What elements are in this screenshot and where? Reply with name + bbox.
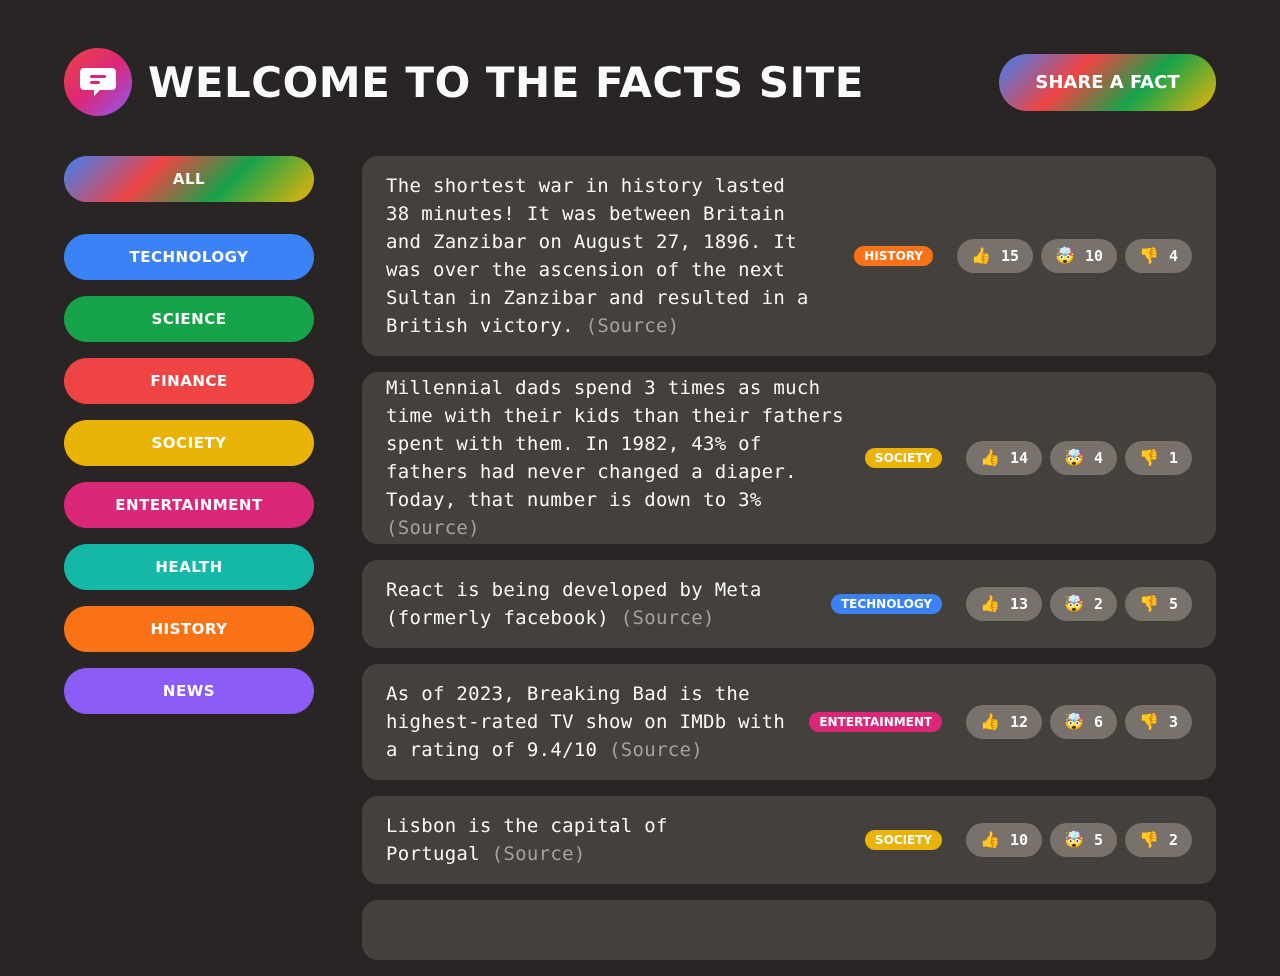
fact-item: React is being developed by Meta (former…: [362, 560, 1216, 648]
thumbs-up-icon: 👍: [980, 830, 1001, 849]
share-fact-button[interactable]: Share a fact: [999, 53, 1216, 111]
fact-item: As of 2023, Breaking Bad is the highest-…: [362, 664, 1216, 780]
thumbs-down-icon: 👎: [1139, 830, 1159, 849]
fact-item: Millennial dads spend 3 times as much ti…: [362, 372, 1216, 544]
vote-count: 10: [1084, 247, 1104, 265]
category-tag: History: [854, 246, 934, 266]
source-link[interactable]: (Source): [492, 843, 586, 865]
vote-false-button[interactable]: 👎 1: [1125, 441, 1192, 475]
fact-text-wrap: The shortest war in history lasted 38 mi…: [386, 172, 816, 340]
vote-interesting-button[interactable]: 👍 12: [966, 705, 1043, 739]
fact-text: As of 2023, Breaking Bad is the highest-…: [386, 683, 786, 761]
page-title: Welcome to the facts site: [148, 57, 864, 107]
mind-blown-icon: 🤯: [1064, 448, 1085, 467]
vote-count: 4: [1168, 247, 1178, 265]
source-link[interactable]: (Source): [609, 739, 703, 761]
facts-list: The shortest war in history lasted 38 mi…: [362, 156, 1216, 976]
tag-wrap: Society: [676, 830, 966, 850]
vote-count: 5: [1168, 595, 1178, 613]
source-link[interactable]: (Source): [621, 607, 715, 629]
speech-bubble-icon: [64, 48, 132, 116]
category-all-button[interactable]: All: [64, 156, 314, 202]
fact-text-wrap: Millennial dads spend 3 times as much ti…: [386, 374, 846, 542]
category-society-button[interactable]: Society: [64, 420, 314, 466]
thumbs-up-icon: 👍: [980, 448, 1001, 467]
fact-text: Millennial dads spend 3 times as much ti…: [386, 377, 844, 511]
category-tag: Society: [864, 830, 943, 850]
vote-buttons: 👍 12 🤯 6 👎 3: [966, 705, 1192, 739]
vote-count: 6: [1094, 713, 1104, 731]
vote-buttons: 👍 13 🤯 2 👎 5: [966, 587, 1192, 621]
category-technology-button[interactable]: Technology: [64, 234, 314, 280]
vote-interesting-button[interactable]: 👍 14: [966, 441, 1043, 475]
vote-count: 2: [1168, 831, 1178, 849]
vote-mindblowing-button[interactable]: 🤯 6: [1050, 705, 1118, 739]
vote-count: 1: [1168, 449, 1178, 467]
vote-false-button[interactable]: 👎 4: [1125, 239, 1192, 273]
thumbs-down-icon: 👎: [1139, 448, 1159, 467]
fact-item: Lisbon is the capital of Portugal (Sourc…: [362, 796, 1216, 884]
header: Welcome to the facts site Share a fact: [64, 48, 1216, 116]
vote-count: 5: [1094, 831, 1104, 849]
thumbs-up-icon: 👍: [980, 712, 1001, 731]
vote-count: 13: [1010, 595, 1029, 613]
vote-count: 2: [1094, 595, 1104, 613]
mind-blown-icon: 🤯: [1064, 712, 1085, 731]
vote-mindblowing-button[interactable]: 🤯 2: [1050, 587, 1118, 621]
vote-mindblowing-button[interactable]: 🤯 4: [1050, 441, 1118, 475]
category-entertainment-button[interactable]: Entertainment: [64, 482, 314, 528]
tag-wrap: History: [816, 246, 957, 266]
source-link[interactable]: (Source): [586, 315, 680, 337]
vote-mindblowing-button[interactable]: 🤯 5: [1050, 823, 1118, 857]
vote-interesting-button[interactable]: 👍 10: [966, 823, 1043, 857]
vote-count: 3: [1168, 713, 1178, 731]
fact-text: The shortest war in history lasted 38 mi…: [386, 175, 809, 337]
thumbs-down-icon: 👎: [1139, 712, 1159, 731]
category-history-button[interactable]: History: [64, 606, 314, 652]
category-tag: Entertainment: [809, 712, 943, 732]
vote-buttons: 👍 10 🤯 5 👎 2: [966, 823, 1192, 857]
tag-wrap: Entertainment: [786, 712, 966, 732]
vote-count: 15: [1001, 247, 1020, 265]
vote-false-button[interactable]: 👎 3: [1125, 705, 1192, 739]
fact-text-wrap: As of 2023, Breaking Bad is the highest-…: [386, 680, 786, 764]
vote-buttons: 👍 14 🤯 4 👎 1: [966, 441, 1192, 475]
mind-blown-icon: 🤯: [1064, 830, 1085, 849]
fact-item-partial: [362, 900, 1216, 960]
mind-blown-icon: 🤯: [1064, 594, 1085, 613]
tag-wrap: Society: [846, 448, 966, 468]
vote-false-button[interactable]: 👎 2: [1125, 823, 1192, 857]
tag-wrap: Technology: [816, 594, 966, 614]
category-news-button[interactable]: News: [64, 668, 314, 714]
mind-blown-icon: 🤯: [1055, 246, 1075, 265]
fact-item: The shortest war in history lasted 38 mi…: [362, 156, 1216, 356]
vote-count: 12: [1010, 713, 1029, 731]
thumbs-up-icon: 👍: [980, 594, 1001, 613]
brand: Welcome to the facts site: [64, 48, 864, 116]
category-tag: Society: [864, 448, 943, 468]
category-sidebar: All Technology Science Finance Society E…: [64, 156, 314, 730]
vote-interesting-button[interactable]: 👍 13: [966, 587, 1043, 621]
thumbs-down-icon: 👎: [1139, 246, 1159, 265]
category-science-button[interactable]: Science: [64, 296, 314, 342]
vote-count: 10: [1010, 831, 1029, 849]
vote-count: 14: [1010, 449, 1029, 467]
vote-buttons: 👍 15 🤯 10 👎 4: [957, 239, 1192, 273]
thumbs-down-icon: 👎: [1139, 594, 1159, 613]
category-finance-button[interactable]: Finance: [64, 358, 314, 404]
category-tag: Technology: [830, 594, 943, 614]
fact-text-wrap: Lisbon is the capital of Portugal (Sourc…: [386, 812, 676, 868]
source-link[interactable]: (Source): [386, 517, 480, 539]
category-health-button[interactable]: Health: [64, 544, 314, 590]
vote-mindblowing-button[interactable]: 🤯 10: [1041, 239, 1118, 273]
fact-text-wrap: React is being developed by Meta (former…: [386, 576, 816, 632]
vote-interesting-button[interactable]: 👍 15: [957, 239, 1034, 273]
vote-false-button[interactable]: 👎 5: [1125, 587, 1192, 621]
vote-count: 4: [1094, 449, 1104, 467]
thumbs-up-icon: 👍: [971, 246, 991, 265]
